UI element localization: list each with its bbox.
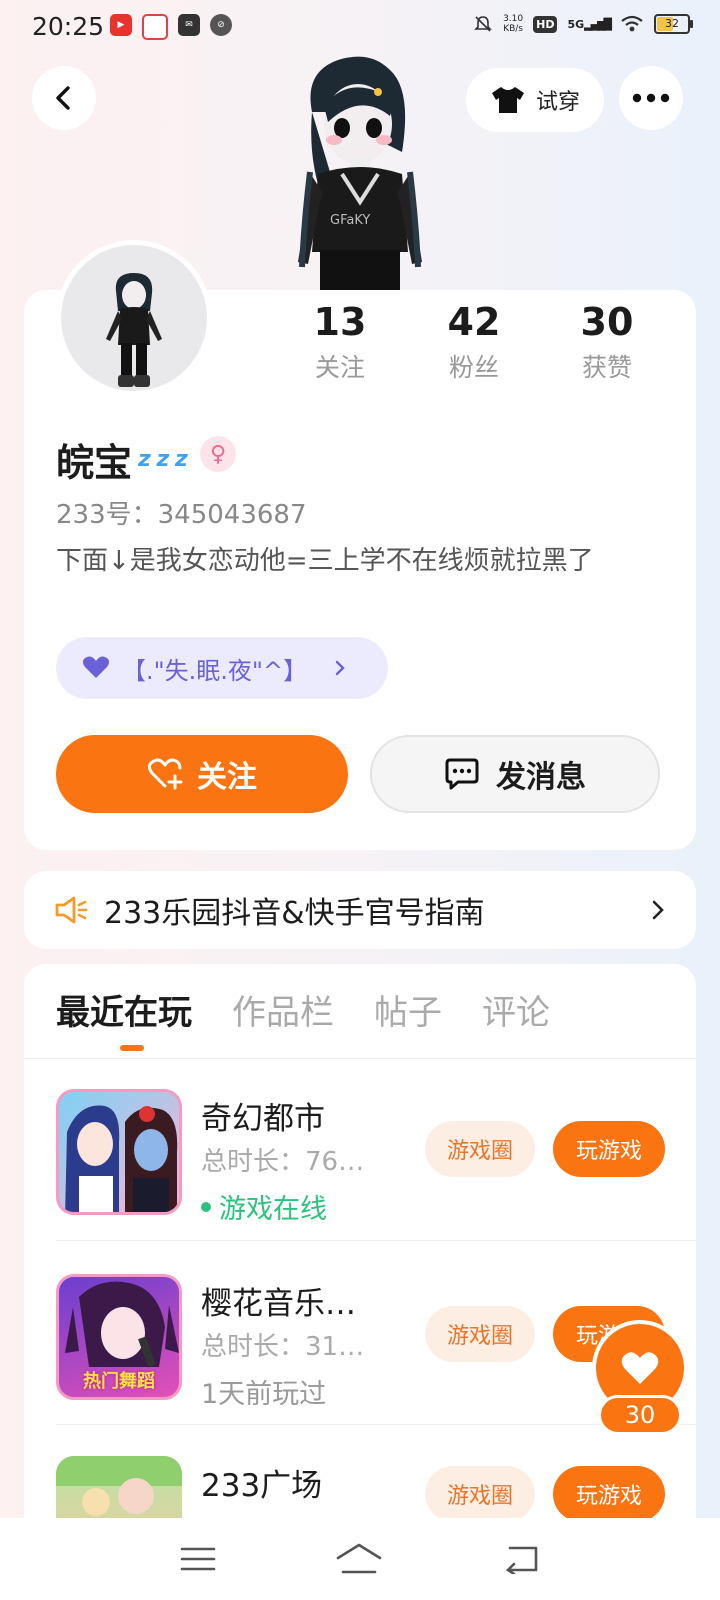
female-gender-icon: ♀	[200, 436, 236, 472]
profile-tabs: 最近在玩 作品栏 帖子 评论	[56, 985, 550, 1034]
game-icon	[56, 1456, 182, 1518]
game-status: 游戏在线	[201, 1187, 327, 1226]
chevron-right-icon	[652, 900, 664, 920]
game-row[interactable]: 奇幻都市 总时长：76… 游戏在线 游戏圈 玩游戏	[56, 1089, 696, 1259]
heart-icon	[82, 656, 110, 678]
svg-text:GFaKY: GFaKY	[330, 213, 370, 228]
game-title: 奇幻都市	[201, 1101, 325, 1137]
back-button[interactable]	[32, 66, 96, 130]
tab-comments[interactable]: 评论	[482, 985, 550, 1034]
game-icon-label: 热门舞蹈	[83, 1371, 155, 1392]
following-label: 关注	[314, 353, 365, 382]
mail-app-icon: ✉	[178, 14, 200, 36]
row-divider	[56, 1240, 696, 1241]
announcement-text: 233乐园抖音&快手官号指南	[104, 896, 485, 931]
system-indicators: 3.10 KB/s HD 5G▂▄▆█ 32	[473, 14, 693, 34]
follow-button[interactable]: 关注	[56, 735, 348, 813]
battery-icon: 32	[654, 14, 693, 34]
link-app-icon: ⊘	[210, 14, 232, 36]
tab-works[interactable]: 作品栏	[232, 985, 334, 1034]
following-count: 13	[313, 300, 367, 344]
heart-icon	[621, 1352, 659, 1384]
game-row[interactable]: 233广场 游戏圈 玩游戏	[56, 1456, 696, 1518]
shopping-app-icon	[142, 14, 168, 40]
game-circle-button[interactable]: 游戏圈	[425, 1306, 535, 1362]
game-duration: 总时长：31…	[201, 1332, 365, 1362]
user-id[interactable]: 233号：345043687	[56, 494, 307, 531]
likes-label: 获赞	[581, 353, 632, 382]
net-speed: 3.10 KB/s	[503, 14, 524, 34]
bio-text: 下面↓是我女恋动他=三上学不在线烦就拉黑了	[56, 546, 594, 576]
back-nav-icon[interactable]	[502, 1544, 540, 1574]
game-circle-button[interactable]: 游戏圈	[425, 1121, 535, 1177]
tab-recently-played[interactable]: 最近在玩	[56, 985, 192, 1034]
stat-likes[interactable]: 30 获赞	[557, 300, 657, 384]
likes-count: 30	[580, 300, 634, 344]
avatar-character-image[interactable]: GFaKY	[290, 52, 430, 290]
message-label: 发消息	[496, 760, 586, 795]
online-dot-icon	[201, 1201, 211, 1212]
game-title: 233广场	[201, 1468, 323, 1504]
tab-posts[interactable]: 帖子	[374, 985, 442, 1034]
stat-fans[interactable]: 42 粉丝	[424, 300, 524, 384]
profile-avatar[interactable]	[56, 240, 212, 396]
game-icon	[56, 1089, 182, 1215]
nickname: 皖宝 z z z	[56, 432, 188, 487]
mute-bell-icon	[474, 16, 493, 32]
group-label: 【."失.眠.夜"^】	[122, 656, 308, 685]
chat-bubble-icon	[445, 758, 479, 790]
chevron-right-icon	[335, 660, 345, 676]
more-button[interactable]	[619, 66, 683, 130]
try-on-button[interactable]: 试穿	[466, 68, 604, 132]
announcement-banner[interactable]: 233乐园抖音&快手官号指南	[24, 871, 696, 949]
megaphone-icon	[55, 896, 88, 924]
heart-plus-icon	[147, 758, 183, 790]
follow-label: 关注	[197, 760, 257, 795]
signal-icon: 5G▂▄▆█	[567, 17, 612, 31]
tab-divider	[24, 1058, 696, 1059]
wifi-icon	[621, 15, 643, 32]
more-dots-icon	[632, 93, 670, 103]
hd-badge: HD	[533, 15, 558, 33]
game-icon: 热门舞蹈	[56, 1274, 182, 1400]
status-bar: 20:25 ▶ ✉ ⊘ 3.10 KB/s HD 5G▂▄▆█ 32	[0, 0, 720, 56]
like-count-badge: 30	[598, 1395, 682, 1435]
send-message-button[interactable]: 发消息	[370, 735, 660, 813]
play-game-button[interactable]: 玩游戏	[553, 1466, 665, 1518]
fans-label: 粉丝	[448, 353, 499, 382]
menu-icon[interactable]	[180, 1545, 216, 1573]
game-title: 樱花音乐…	[201, 1286, 356, 1322]
nickname-text: 皖宝	[56, 441, 133, 485]
stat-following[interactable]: 13 关注	[290, 300, 390, 384]
chevron-left-icon	[56, 86, 70, 110]
notification-icons: ▶ ✉ ⊘	[110, 14, 232, 40]
group-link[interactable]: 【."失.眠.夜"^】	[56, 637, 388, 699]
game-circle-button[interactable]: 游戏圈	[425, 1466, 535, 1518]
avatar-image	[61, 245, 207, 391]
system-nav-bar	[0, 1518, 720, 1600]
status-time: 20:25	[32, 12, 105, 41]
try-on-label: 试穿	[535, 90, 580, 115]
active-tab-indicator	[120, 1045, 144, 1051]
fans-count: 42	[447, 300, 501, 344]
game-status: 1天前玩过	[201, 1379, 327, 1410]
home-icon[interactable]	[335, 1542, 383, 1576]
game-duration: 总时长：76…	[201, 1147, 365, 1177]
sleep-emoji-icon: z z z	[138, 447, 188, 472]
tshirt-icon	[491, 87, 524, 113]
play-game-button[interactable]: 玩游戏	[553, 1121, 665, 1177]
video-app-icon: ▶	[110, 14, 132, 36]
